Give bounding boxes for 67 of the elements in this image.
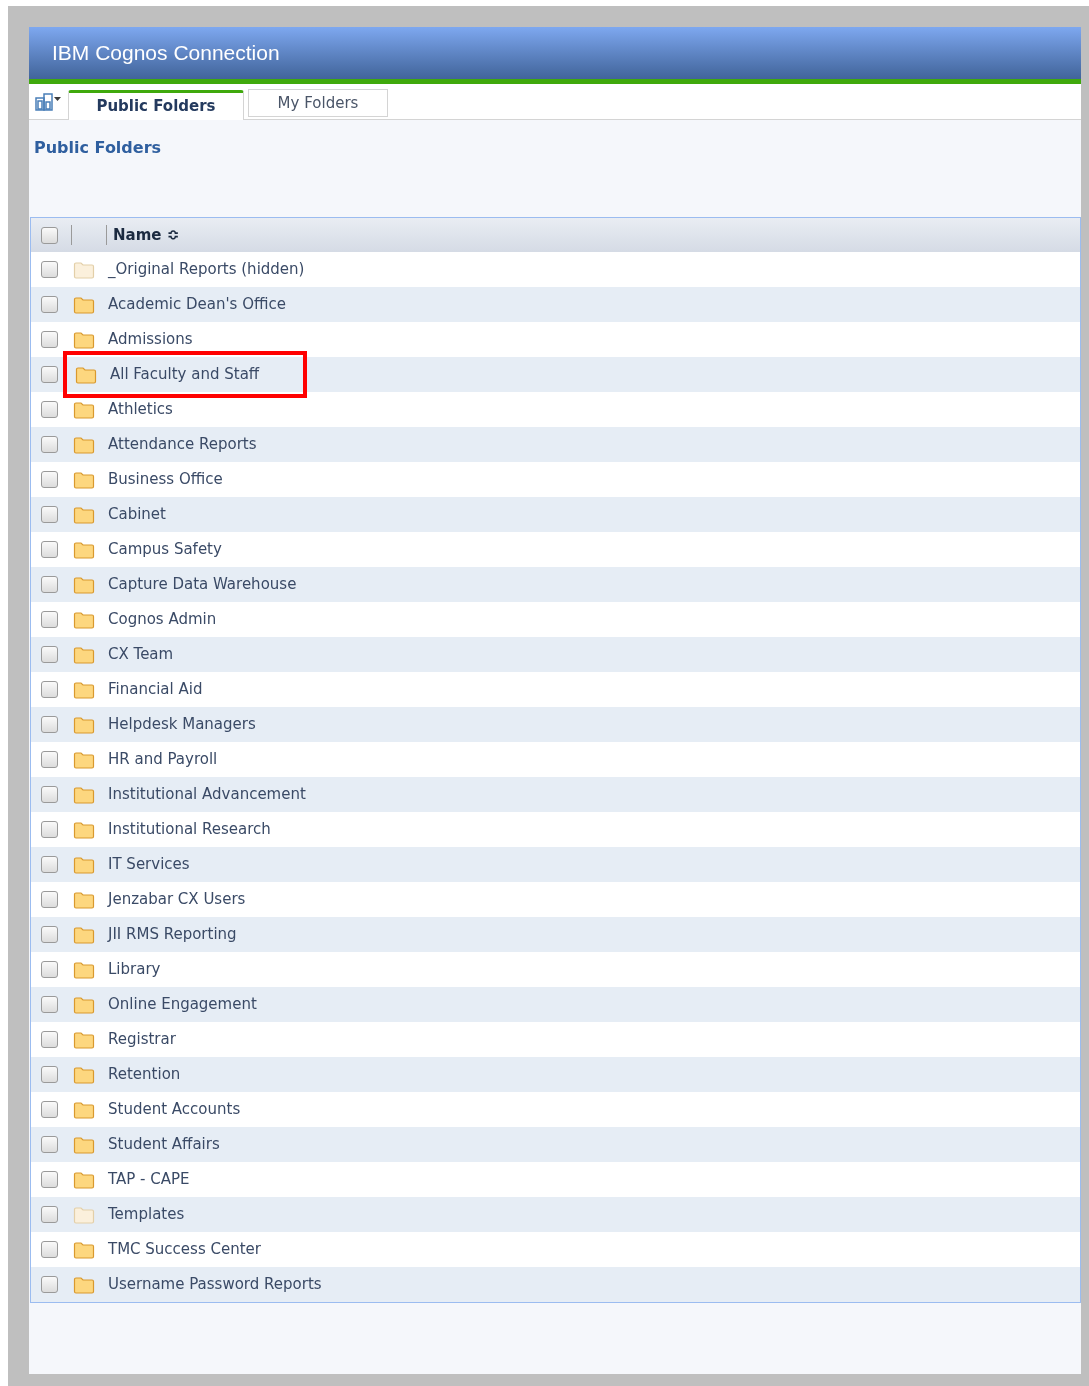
row-checkbox[interactable]: [41, 1241, 58, 1258]
folder-link[interactable]: Online Engagement: [108, 993, 257, 1016]
folder-link[interactable]: Capture Data Warehouse: [108, 573, 297, 596]
folder-link[interactable]: Registrar: [108, 1028, 176, 1051]
row-checkbox[interactable]: [41, 786, 58, 803]
window-title: IBM Cognos Connection: [52, 40, 280, 67]
tab[interactable]: My Folders: [248, 89, 388, 117]
row-checkbox[interactable]: [41, 576, 58, 593]
row-checkbox[interactable]: [41, 751, 58, 768]
folder-link[interactable]: Library: [108, 958, 161, 981]
row-checkbox[interactable]: [41, 1031, 58, 1048]
row-checkbox[interactable]: [41, 471, 58, 488]
folder-link[interactable]: Campus Safety: [108, 538, 222, 561]
row-checkbox[interactable]: [41, 716, 58, 733]
folder-link[interactable]: Templates: [108, 1203, 185, 1226]
row-checkbox[interactable]: [41, 926, 58, 943]
folder-link[interactable]: Username Password Reports: [108, 1273, 322, 1296]
folder-link[interactable]: Helpdesk Managers: [108, 713, 256, 736]
row-checkbox[interactable]: [41, 1276, 58, 1293]
folder-link[interactable]: HR and Payroll: [108, 748, 218, 771]
row-checkbox[interactable]: [41, 611, 58, 628]
folder-link[interactable]: Cognos Admin: [108, 608, 217, 631]
row-checkbox[interactable]: [41, 1101, 58, 1118]
row-checkbox[interactable]: [41, 366, 58, 383]
folder-view-icon[interactable]: [34, 90, 62, 112]
folder-link[interactable]: Student Accounts: [108, 1098, 241, 1121]
row-checkbox[interactable]: [41, 401, 58, 418]
folder-link[interactable]: Academic Dean's Office: [108, 293, 286, 316]
select-all-checkbox[interactable]: [41, 226, 58, 244]
folder-link[interactable]: CX Team: [108, 643, 174, 666]
row-checkbox[interactable]: [41, 541, 58, 558]
folder-link[interactable]: IT Services: [108, 853, 190, 876]
row-checkbox[interactable]: [41, 891, 58, 908]
folder-link[interactable]: Attendance Reports: [108, 433, 257, 456]
breadcrumb[interactable]: Public Folders: [34, 138, 162, 157]
folder-link[interactable]: Financial Aid: [108, 678, 203, 701]
folder-link[interactable]: _Original Reports (hidden): [108, 258, 305, 281]
folder-link[interactable]: Business Office: [108, 468, 223, 491]
row-checkbox[interactable]: [41, 821, 58, 838]
row-checkbox[interactable]: [41, 261, 58, 278]
folder-link[interactable]: TMC Success Center: [108, 1238, 261, 1261]
row-checkbox[interactable]: [41, 646, 58, 663]
row-checkbox[interactable]: [41, 856, 58, 873]
folder-link[interactable]: Student Affairs: [108, 1133, 220, 1156]
row-checkbox[interactable]: [41, 296, 58, 313]
row-checkbox[interactable]: [41, 996, 58, 1013]
row-checkbox[interactable]: [41, 1171, 58, 1188]
column-header[interactable]: Name ≎: [113, 223, 180, 247]
row-checkbox[interactable]: [41, 1206, 58, 1223]
row-checkbox[interactable]: [41, 436, 58, 453]
folder-link[interactable]: Cabinet: [108, 503, 166, 526]
tab[interactable]: Public Folders: [68, 90, 244, 120]
folder-link[interactable]: Institutional Advancement: [108, 783, 306, 806]
row-checkbox[interactable]: [41, 1066, 58, 1083]
folder-link[interactable]: All Faculty and Staff: [110, 363, 260, 386]
folder-link[interactable]: Retention: [108, 1063, 181, 1086]
folder-link[interactable]: Institutional Research: [108, 818, 271, 841]
row-checkbox[interactable]: [41, 506, 58, 523]
row-checkbox[interactable]: [41, 331, 58, 348]
row-checkbox[interactable]: [41, 961, 58, 978]
folder-link[interactable]: Jenzabar CX Users: [108, 888, 246, 911]
row-checkbox[interactable]: [41, 681, 58, 698]
folder-link[interactable]: Admissions: [108, 328, 193, 351]
folder-link[interactable]: TAP - CAPE: [108, 1168, 190, 1191]
folder-link[interactable]: Athletics: [108, 398, 173, 421]
row-checkbox[interactable]: [41, 1136, 58, 1153]
folder-link[interactable]: JII RMS Reporting: [108, 923, 237, 946]
